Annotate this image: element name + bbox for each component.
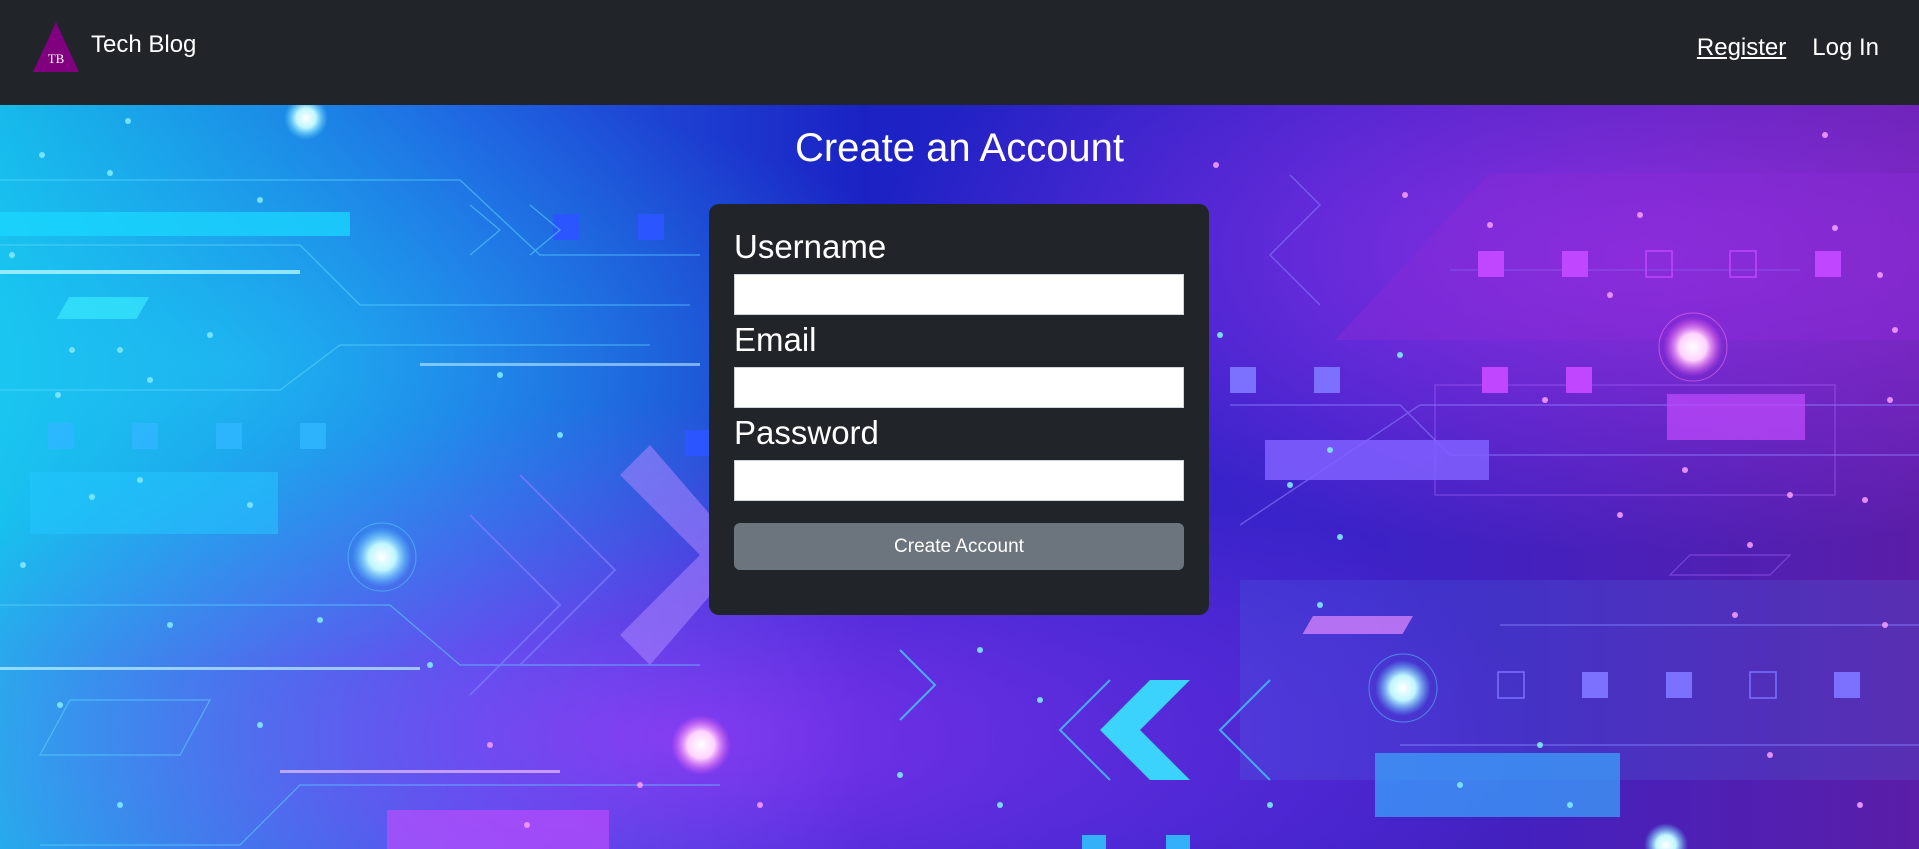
nav-links: Register Log In	[1697, 34, 1879, 62]
navbar: TB Tech Blog Register Log In	[0, 0, 1919, 105]
svg-text:TB: TB	[48, 51, 65, 66]
brand-name[interactable]: Tech Blog	[91, 31, 196, 59]
nav-link-login[interactable]: Log In	[1812, 34, 1879, 62]
create-account-button[interactable]: Create Account	[734, 523, 1184, 570]
email-label: Email	[734, 321, 817, 358]
password-label: Password	[734, 414, 879, 451]
username-label: Username	[734, 228, 887, 265]
page-title: Create an Account	[794, 126, 1125, 170]
create-account-form: Username Email Password Create Account	[709, 204, 1209, 615]
username-input[interactable]	[734, 274, 1184, 315]
password-input[interactable]	[734, 460, 1184, 501]
logo-icon: TB	[33, 22, 79, 72]
nav-link-register[interactable]: Register	[1697, 34, 1786, 62]
email-input[interactable]	[734, 367, 1184, 408]
brand[interactable]: TB Tech Blog	[33, 22, 196, 72]
